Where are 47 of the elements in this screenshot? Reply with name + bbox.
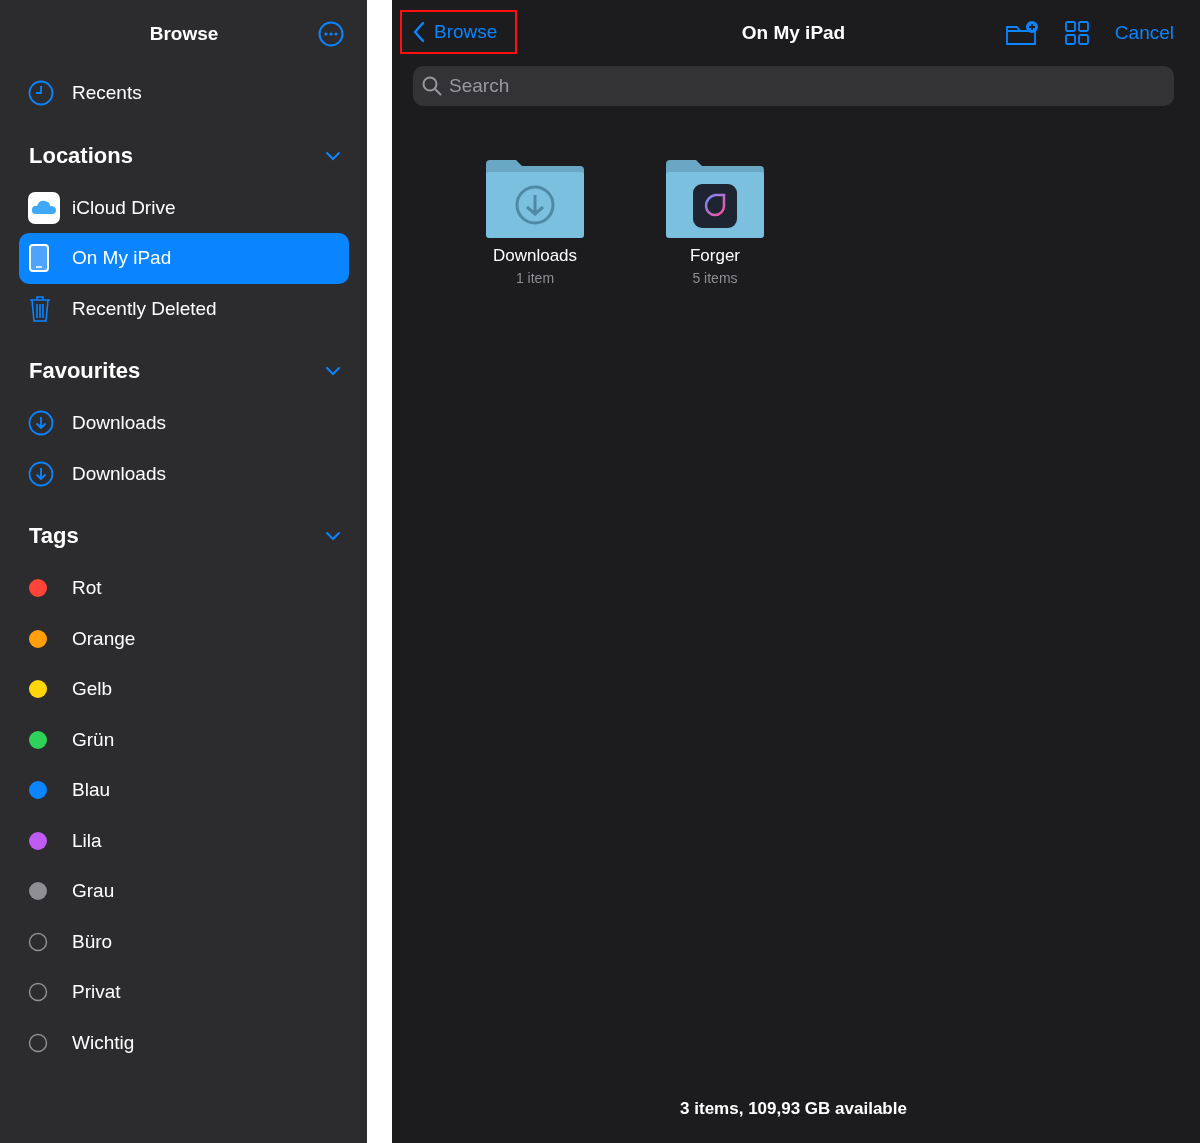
sidebar-item[interactable]: Gelb xyxy=(19,664,349,715)
search-field[interactable]: Search xyxy=(413,66,1174,106)
tag-dot xyxy=(28,982,48,1003)
cancel-button[interactable]: Cancel xyxy=(1114,22,1174,44)
section-title: Tags xyxy=(29,523,79,549)
sidebar-item[interactable]: Lila xyxy=(19,815,349,866)
chevron-icon[interactable] xyxy=(325,531,341,541)
section-title: Locations xyxy=(29,142,133,169)
sidebar-item[interactable]: Büro xyxy=(19,916,349,967)
sidebar-item[interactable]: Grün xyxy=(19,714,349,765)
trash-icon xyxy=(28,294,52,323)
item-count: 1 item xyxy=(515,270,555,286)
new-folder-icon[interactable] xyxy=(1004,20,1039,46)
tag-dot xyxy=(28,1032,48,1053)
page-title: On My iPad xyxy=(741,22,846,44)
status-text: 3 items, 109,93 GB available xyxy=(679,1099,908,1120)
folder-name: Forger xyxy=(689,246,741,266)
chevron-left-icon xyxy=(412,21,426,43)
chevron-icon[interactable] xyxy=(325,150,341,161)
sidebar-item[interactable]: Orange xyxy=(19,613,349,664)
folder-name: Downloads xyxy=(492,246,578,266)
sidebar-item[interactable]: iCloud Drive xyxy=(19,182,349,233)
sidebar-item[interactable]: Recents xyxy=(19,68,349,119)
item-count: 5 items xyxy=(692,270,738,286)
sidebar-item[interactable]: Rot xyxy=(19,563,349,614)
download-icon xyxy=(28,460,54,487)
sidebar-item[interactable]: Downloads xyxy=(19,448,349,499)
tag-dot xyxy=(28,931,48,952)
chevron-icon[interactable] xyxy=(325,366,341,376)
folder-icon[interactable] xyxy=(486,160,584,238)
grid-icon[interactable] xyxy=(1064,21,1089,45)
clock-icon xyxy=(28,80,54,107)
sidebar-item[interactable]: Recently Deleted xyxy=(19,283,349,334)
more-icon[interactable] xyxy=(318,21,344,47)
sidebar-item[interactable]: Grau xyxy=(19,866,349,917)
tablet-icon xyxy=(28,244,50,273)
sidebar-item[interactable]: Downloads xyxy=(19,398,349,449)
back-button[interactable]: Browse xyxy=(400,10,518,54)
cloud-icon xyxy=(28,191,60,224)
sidebar-item[interactable]: Wichtig xyxy=(19,1017,349,1068)
section-title: Favourites xyxy=(29,358,141,384)
sidebar-title: Browse xyxy=(149,23,219,45)
sidebar-item[interactable]: Blau xyxy=(19,765,349,816)
sidebar-item[interactable]: On My iPad xyxy=(19,233,349,284)
sidebar-item[interactable]: Privat xyxy=(19,967,349,1018)
folder-icon[interactable] xyxy=(666,160,764,238)
download-icon xyxy=(28,410,54,437)
